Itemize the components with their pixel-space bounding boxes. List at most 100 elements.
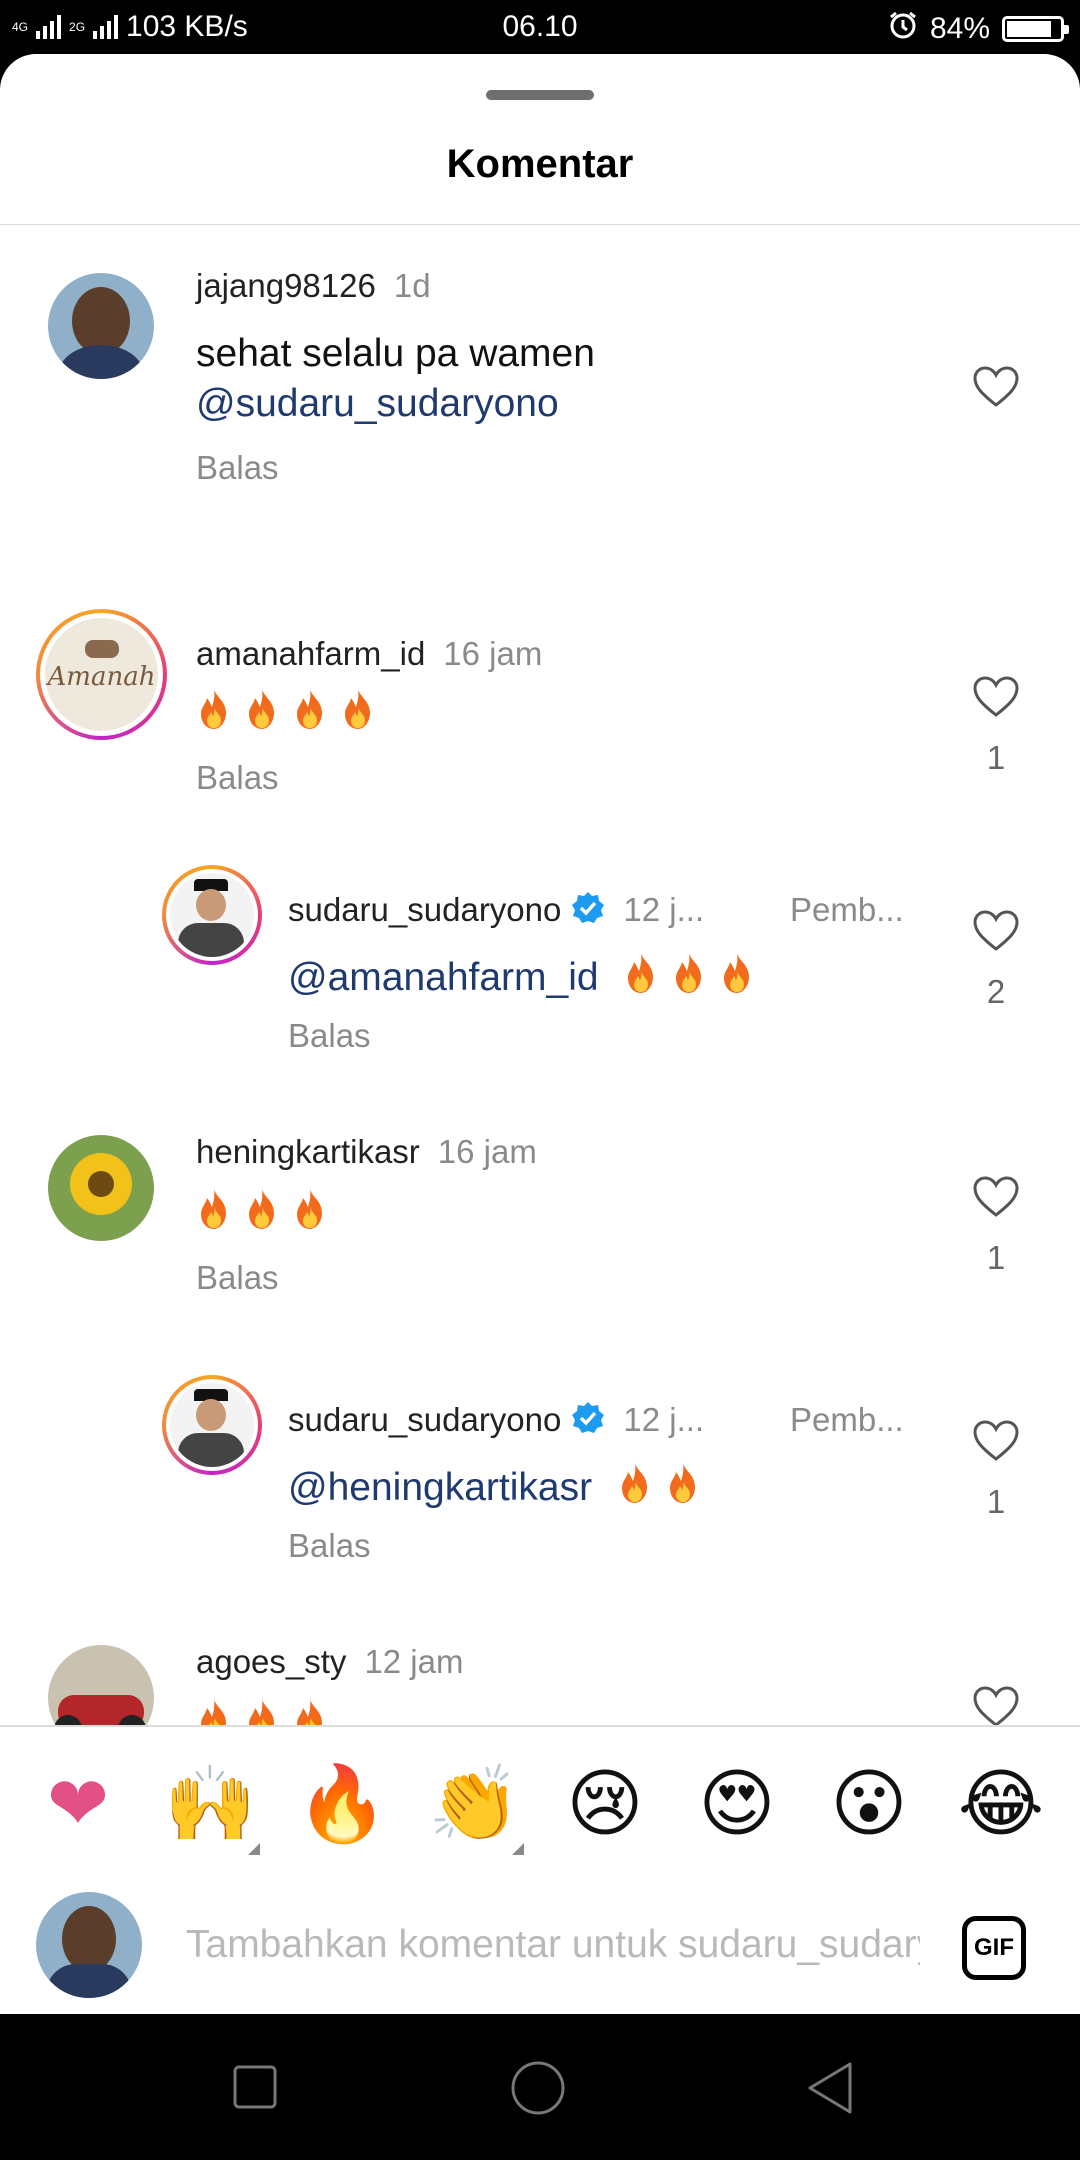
emoji-sad[interactable]: 😢 [560, 1759, 650, 1849]
fire-emoji [665, 1461, 701, 1518]
like-heart-icon[interactable] [968, 1685, 1024, 1725]
fire-emoji [671, 951, 707, 1008]
timestamp: 16 jam [437, 1133, 537, 1170]
like-heart-icon[interactable] [968, 1419, 1024, 1468]
like-heart-icon[interactable] [968, 365, 1024, 414]
timestamp: 1d [393, 267, 431, 304]
fire-emoji [196, 687, 232, 744]
composer-divider [0, 1725, 1080, 1727]
fire-emoji [719, 951, 755, 1008]
fire-emoji [617, 1461, 653, 1518]
username[interactable]: jajang98126 [196, 267, 376, 304]
drag-handle[interactable] [486, 90, 594, 100]
comment-text: @amanahfarm_id [288, 951, 767, 1008]
username[interactable]: amanahfarm_id [196, 635, 425, 672]
story-ring[interactable] [162, 865, 262, 965]
quick-emoji-bar: ❤ 🙌 🔥 👏 😢 😍 😮 😂 [0, 1759, 1080, 1859]
skin-tone-indicator [512, 1843, 524, 1855]
reply-button[interactable]: Balas [288, 1527, 371, 1565]
comment-meta: sudaru_sudaryono 12 j... Pemb... [288, 1401, 904, 1443]
story-ring[interactable] [162, 1375, 262, 1475]
back-icon[interactable] [804, 2060, 856, 2116]
comment-input[interactable]: Tambahkan komentar untuk sudaru_sudaryon… [186, 1910, 920, 1980]
like-heart-icon[interactable] [968, 675, 1024, 724]
battery-icon [1002, 16, 1069, 42]
comment-meta: heningkartikasr 16 jam [196, 1133, 537, 1171]
comment-meta: jajang98126 1d [196, 267, 431, 305]
gif-button[interactable]: GIF [962, 1916, 1026, 1980]
mention-link[interactable]: @amanahfarm_id [288, 956, 599, 999]
fire-emoji [244, 687, 280, 744]
emoji-surprised[interactable]: 😮 [824, 1759, 914, 1849]
mention-link[interactable]: @heningkartikasr [288, 1466, 592, 1509]
pinned-label: Pemb... [790, 1401, 904, 1438]
comment-item: Amanah amanahfarm_id 16 jam Balas 1 [0, 609, 1080, 839]
fire-emoji [340, 687, 376, 744]
emoji-clapping[interactable]: 👏 [428, 1759, 524, 1855]
avatar-logo: Amanah [47, 662, 156, 692]
username[interactable]: sudaru_sudaryono [288, 891, 561, 928]
fire-emoji-row [623, 953, 767, 999]
emoji-joy[interactable]: 😂 [956, 1759, 1046, 1849]
reply-button[interactable]: Balas [288, 1017, 371, 1055]
status-bar: 4G 2G 103 KB/s 06.10 84% [0, 0, 1080, 54]
comment-text: sehat selalu pa wamen @sudaru_sudaryono [196, 329, 916, 429]
recent-apps-icon[interactable] [232, 2064, 278, 2110]
verified-badge-icon [571, 891, 605, 933]
comment-text: @heningkartikasr [288, 1461, 713, 1518]
comment-meta: sudaru_sudaryono 12 j... Pemb... [288, 891, 904, 933]
story-ring[interactable]: Amanah [36, 609, 167, 740]
comment-item: agoes_sty12 jam 1 [0, 1643, 1080, 1725]
username[interactable]: sudaru_sudaryono [288, 1401, 561, 1438]
username[interactable]: heningkartikasr [196, 1133, 420, 1170]
status-right: 84% [888, 10, 1069, 48]
reply-comment-item: sudaru_sudaryono 12 j... Pemb... @amanahf… [0, 865, 1080, 1095]
like-heart-icon[interactable] [968, 909, 1024, 958]
fire-emoji [292, 687, 328, 744]
fire-emoji-row [196, 1697, 340, 1725]
battery-percent: 84% [929, 12, 990, 45]
fire-emoji [196, 1697, 232, 1725]
username[interactable]: agoes_sty [196, 1643, 346, 1680]
like-heart-icon[interactable] [968, 1175, 1024, 1224]
emoji-raised-hands[interactable]: 🙌 [164, 1759, 260, 1855]
avatar[interactable] [48, 1645, 154, 1725]
comments-sheet: Komentar jajang98126 1d sehat selalu pa w… [0, 54, 1080, 2014]
emoji-glyph: 👏 [428, 1762, 521, 1845]
like-count: 1 [986, 1483, 1006, 1520]
like-count: 2 [986, 973, 1006, 1010]
timestamp: 12 jam [364, 1643, 464, 1680]
comment-meta: agoes_sty 12 jam [196, 1643, 464, 1681]
alarm-icon [888, 10, 918, 48]
fire-emoji [292, 1187, 328, 1244]
verified-badge-icon [571, 1401, 605, 1443]
fire-emoji [196, 1187, 232, 1244]
emoji-glyph: 🙌 [164, 1762, 257, 1845]
home-icon[interactable] [510, 2060, 566, 2116]
reply-button[interactable]: Balas [196, 449, 279, 487]
fire-emoji-row [617, 1463, 713, 1509]
avatar[interactable] [48, 1135, 154, 1241]
reply-comment-item: sudaru_sudaryono 12 j... Pemb... @heningk… [0, 1375, 1080, 1605]
current-user-avatar [36, 1892, 142, 1998]
emoji-heart[interactable]: ❤ [33, 1759, 123, 1849]
emoji-heart-eyes[interactable]: 😍 [692, 1759, 782, 1849]
comment-meta: amanahfarm_id 16 jam [196, 635, 542, 673]
battery-level-fill [1007, 21, 1051, 37]
like-count: 1 [986, 1239, 1006, 1276]
fire-emoji [292, 1697, 328, 1725]
avatar[interactable] [48, 273, 154, 379]
comment-item: jajang98126 1d sehat selalu pa wamen @sud… [0, 225, 1080, 505]
comment-item: heningkartikasr 16 jam Balas 1 [0, 1133, 1080, 1355]
emoji-fire[interactable]: 🔥 [296, 1759, 388, 1849]
reply-button[interactable]: Balas [196, 759, 279, 797]
mention-link[interactable]: @sudaru_sudaryono [196, 382, 559, 425]
timestamp: 16 jam [443, 635, 543, 672]
comment-list[interactable]: jajang98126 1d sehat selalu pa wamen @sud… [0, 225, 1080, 1725]
fire-emoji [623, 951, 659, 1008]
timestamp: 12 j... [623, 891, 705, 928]
skin-tone-indicator [248, 1843, 260, 1855]
reply-button[interactable]: Balas [196, 1259, 279, 1297]
timestamp: 12 j... [623, 1401, 705, 1438]
fire-emoji-row [196, 687, 388, 744]
